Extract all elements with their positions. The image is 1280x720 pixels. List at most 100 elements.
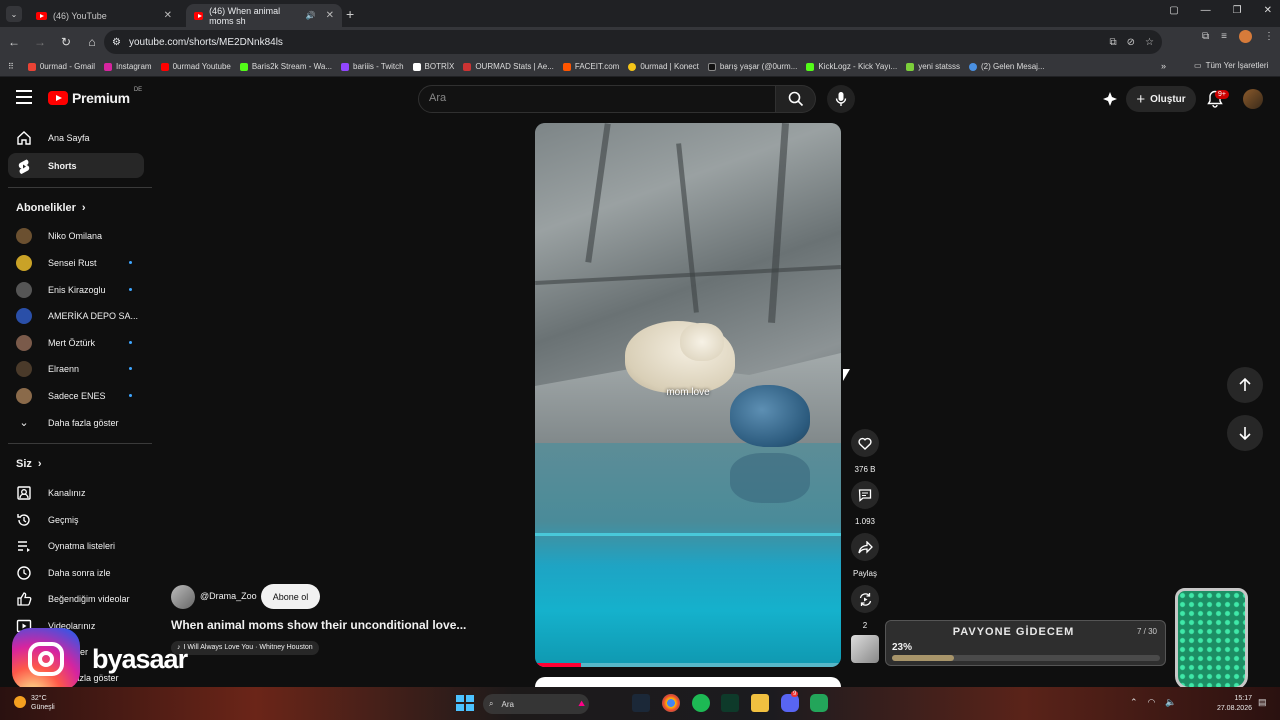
start-windows-icon[interactable] (455, 694, 474, 712)
app-green-icon[interactable] (810, 694, 828, 712)
close-window-icon[interactable]: ✕ (1264, 5, 1272, 16)
tab-close-icon[interactable]: ✕ (326, 10, 334, 21)
sound-thumbnail[interactable] (851, 635, 879, 663)
sidebar-item-home[interactable]: Ana Sayfa (8, 125, 144, 150)
profile-avatar-icon[interactable] (1239, 30, 1252, 43)
music-pill[interactable]: ♪ I Will Always Love You · Whitney Housto… (171, 641, 319, 655)
volume-icon[interactable]: 🔈 (1165, 697, 1176, 708)
bookmark-item[interactable]: Baris2k Stream - Wa... (239, 62, 332, 71)
youtube-favicon-icon (194, 11, 204, 20)
sidebar-item-subscription[interactable]: Sadece ENES (8, 383, 144, 408)
bookmark-star-icon[interactable]: ☆ (1145, 37, 1154, 48)
bookmark-item[interactable]: bariiis - Twitch (341, 62, 404, 71)
bookmark-item[interactable]: BOTRİX (412, 62, 454, 71)
more-bookmarks-icon[interactable]: » (1161, 61, 1166, 71)
maximize-icon[interactable]: ❐ (1233, 5, 1242, 16)
cast-icon[interactable]: ⧉ (1110, 37, 1117, 48)
bookmark-item[interactable]: 0urmad - Gmail (27, 62, 95, 71)
sparkle-icon[interactable] (1102, 91, 1118, 107)
sidebar-item-subscription[interactable]: Niko Omilana (8, 223, 144, 248)
tiktok-icon (707, 62, 716, 71)
sidebar-item-subscription[interactable]: Enis Kirazoglu (8, 277, 144, 302)
browser-tab-youtube[interactable]: (46) YouTube ✕ (28, 4, 180, 27)
chrome-menu-icon[interactable]: ⋮ (1264, 31, 1274, 42)
account-avatar[interactable] (1243, 89, 1263, 109)
tab-search-button[interactable]: ⌄ (6, 6, 22, 22)
sidebar-item-your-channel[interactable]: Kanalınız (8, 480, 144, 505)
create-button[interactable]: + Oluştur (1126, 86, 1196, 112)
spotify-icon[interactable] (692, 694, 710, 712)
masthead: Premium DE Ara + Oluştur 9+ (0, 77, 1280, 121)
hide-eye-icon[interactable]: ⊘ (1127, 37, 1135, 48)
bookmark-item[interactable]: Instagram (103, 62, 152, 71)
share-button[interactable]: Paylaş (850, 533, 880, 578)
bookmark-item[interactable]: OURMAD Stats | Ae... (463, 62, 554, 71)
wifi-icon[interactable]: ◠ (1148, 697, 1156, 708)
sidebar-item-playlists[interactable]: Oynatma listeleri (8, 533, 144, 558)
bookmark-item[interactable]: 0urmad Youtube (160, 62, 231, 71)
browser-tab-strip: ⌄ (46) YouTube ✕ (46) When animal moms s… (0, 0, 1280, 27)
you-header[interactable]: Siz › (16, 458, 42, 470)
new-tab-button[interactable]: + (346, 6, 354, 22)
chrome-icon[interactable] (662, 694, 680, 712)
short-title[interactable]: When animal moms show their unconditiona… (171, 618, 466, 632)
notification-center-icon[interactable]: ▤ (1258, 697, 1267, 708)
minimize-icon[interactable]: — (1201, 5, 1211, 16)
guide-menu-icon[interactable] (16, 90, 32, 104)
reload-icon[interactable]: ↻ (54, 30, 78, 54)
channel-avatar[interactable] (171, 585, 195, 609)
tray-chevron-icon[interactable]: ⌃ (1130, 697, 1138, 708)
like-button[interactable]: 376 B (850, 429, 880, 474)
sidebar-item-shorts[interactable]: Shorts (8, 153, 144, 178)
search-input[interactable]: Ara (418, 85, 776, 113)
bookmark-item[interactable]: KickLogz - Kick Yayı... (806, 62, 897, 71)
sidebar-item-liked-videos[interactable]: Beğendiğim videolar (8, 586, 144, 611)
back-icon[interactable]: ← (2, 30, 26, 54)
tab-list-icon[interactable]: ≡ (1221, 31, 1227, 42)
weather-widget[interactable]: 32°C Güneşli (14, 694, 55, 712)
apps-icon[interactable]: ⠿ (8, 62, 14, 71)
shorts-video-player[interactable]: mom love (535, 123, 841, 667)
notification-count-badge: 9+ (1215, 90, 1229, 99)
twitch-icon (341, 62, 350, 71)
bookmark-item[interactable]: yeni statsss (906, 62, 960, 71)
video-progress-bar[interactable] (535, 663, 841, 667)
sidebar-item-subscription[interactable]: Elraenn (8, 356, 144, 381)
comments-button[interactable]: 1.093 (850, 481, 880, 526)
sidebar-item-watch-later[interactable]: Daha sonra izle (8, 560, 144, 585)
sidebar-show-more[interactable]: ⌄ Daha fazla göster (8, 410, 144, 435)
site-info-icon[interactable]: ⚙ (112, 37, 121, 48)
windows-taskbar: 32°C Güneşli ⌕ Ara ⛰ 9 ⌃ ◠ 🔈 15:17 27.08.20… (0, 687, 1280, 720)
remix-button[interactable]: 2 (850, 585, 880, 630)
app-icon[interactable] (721, 694, 739, 712)
chrome-profile-icon[interactable]: ▢ (1169, 5, 1178, 16)
bookmark-item[interactable]: FACEIT.com (562, 62, 619, 71)
subscriptions-header[interactable]: Abonelikler › (16, 202, 86, 214)
sidebar-item-subscription[interactable]: Sensei Rust (8, 250, 144, 275)
search-button[interactable] (776, 85, 816, 113)
speaker-icon[interactable]: 🔊 (306, 11, 316, 20)
browser-tab-short[interactable]: (46) When animal moms sh 🔊 ✕ (186, 4, 342, 27)
sidebar-item-history[interactable]: Geçmiş (8, 507, 144, 532)
file-explorer-icon[interactable] (751, 694, 769, 712)
channel-name[interactable]: @Drama_Zoo (200, 591, 257, 601)
voice-search-button[interactable] (827, 85, 855, 113)
bookmark-item[interactable]: barış yaşar (@0urm... (707, 62, 797, 71)
sidebar-item-subscription[interactable]: Mert Öztürk (8, 330, 144, 355)
home-icon[interactable]: ⌂ (80, 30, 104, 54)
taskbar-clock[interactable]: 15:17 27.08.2026 (1214, 694, 1252, 714)
extensions-icon[interactable]: ⧉ (1202, 31, 1209, 42)
previous-short-button[interactable] (1227, 367, 1263, 403)
tab-close-icon[interactable]: ✕ (164, 10, 172, 21)
next-short-button[interactable] (1227, 415, 1263, 451)
taskbar-search[interactable]: ⌕ Ara ⛰ (483, 694, 589, 714)
bookmark-item[interactable]: (2) Gelen Mesaj... (969, 62, 1045, 71)
address-bar[interactable]: ⚙ youtube.com/shorts/ME2DNnk84ls ⧉ ⊘ ☆ (104, 30, 1162, 54)
sidebar-item-subscription[interactable]: AMERİKA DEPO SA... (8, 303, 144, 328)
forward-icon[interactable]: → (28, 30, 52, 54)
subscribe-button[interactable]: Abone ol (261, 584, 320, 609)
bookmark-item[interactable]: 0urmad | Konect (628, 62, 699, 71)
youtube-premium-logo[interactable]: Premium DE (48, 87, 142, 106)
all-bookmarks-folder[interactable]: ▭ Tüm Yer İşaretleri (1194, 61, 1268, 70)
steam-icon[interactable] (632, 694, 650, 712)
